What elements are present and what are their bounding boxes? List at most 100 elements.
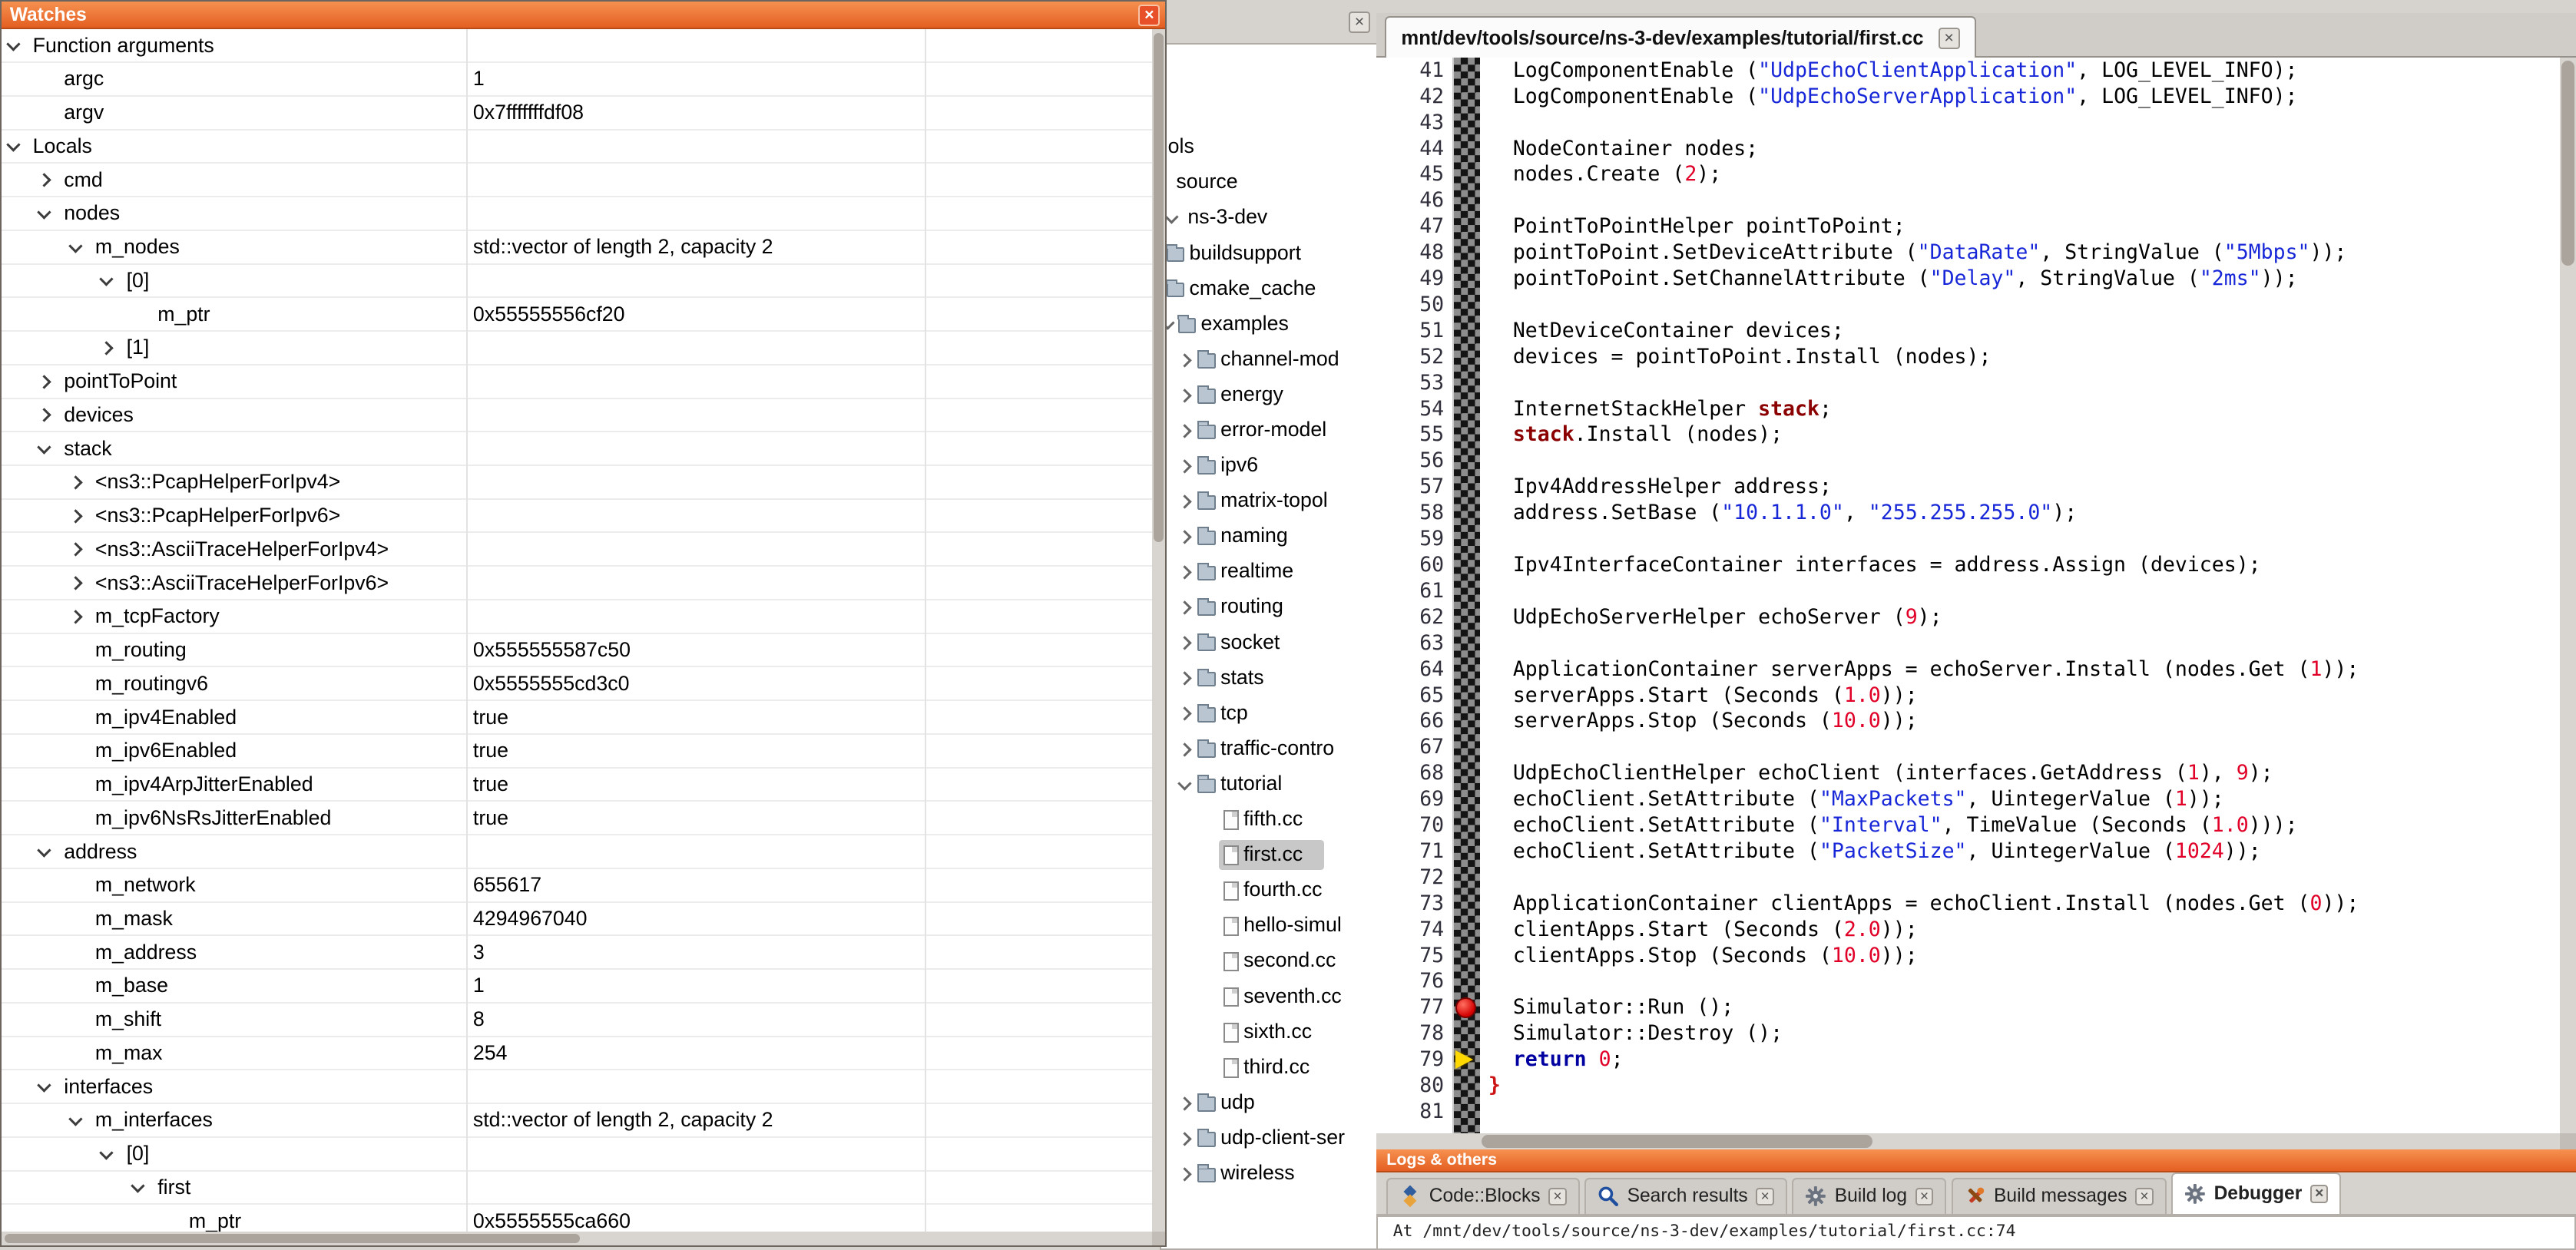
scrollbar-thumb[interactable]: [1482, 1135, 1872, 1148]
code-line[interactable]: 81: [1376, 1099, 2559, 1125]
code-line[interactable]: 64 ApplicationContainer serverApps = ech…: [1376, 656, 2559, 683]
line-number[interactable]: 45: [1376, 161, 1444, 187]
file-tree-row[interactable]: energy: [1161, 379, 1376, 414]
watch-row[interactable]: m_max254: [2, 1037, 1152, 1071]
scrollbar-thumb[interactable]: [2561, 61, 2574, 266]
editor-hscrollbar[interactable]: [1376, 1133, 2559, 1149]
expand-arrow-icon[interactable]: [1177, 1167, 1191, 1181]
line-number[interactable]: 41: [1376, 58, 1444, 84]
file-tree-row[interactable]: socket: [1161, 627, 1376, 661]
code-line[interactable]: 78 Simulator::Destroy ();: [1376, 1020, 2559, 1047]
watches-hscrollbar[interactable]: [2, 1232, 1152, 1245]
line-number[interactable]: 46: [1376, 187, 1444, 213]
file-tree-row[interactable]: fifth.cc: [1161, 804, 1376, 838]
expand-arrow-icon[interactable]: [1177, 389, 1191, 402]
watch-row[interactable]: m_mask4294967040: [2, 903, 1152, 937]
code-line[interactable]: 51 NetDeviceContainer devices;: [1376, 318, 2559, 344]
file-tree-row[interactable]: udp: [1161, 1087, 1376, 1122]
line-number[interactable]: 70: [1376, 812, 1444, 838]
file-tree-row[interactable]: routing: [1161, 591, 1376, 626]
logs-tab-build-messages[interactable]: Build messages×: [1952, 1178, 2167, 1214]
watch-row[interactable]: cmd: [2, 164, 1152, 197]
code-line[interactable]: 42 LogComponentEnable ("UdpEchoServerApp…: [1376, 84, 2559, 110]
collapse-arrow-icon[interactable]: [38, 1079, 51, 1093]
expand-arrow-icon[interactable]: [1177, 637, 1191, 650]
code-line[interactable]: 72: [1376, 865, 2559, 891]
file-tree[interactable]: olssourcens-3-devbuildsupportcmake_cache…: [1160, 43, 1376, 1250]
code-line[interactable]: 47 PointToPointHelper pointToPoint;: [1376, 213, 2559, 240]
logs-titlebar[interactable]: Logs & others: [1376, 1149, 2575, 1172]
line-number[interactable]: 73: [1376, 891, 1444, 917]
file-tree-row[interactable]: tutorial: [1161, 769, 1376, 803]
file-tree-row[interactable]: tcp: [1161, 697, 1376, 732]
line-number[interactable]: 74: [1376, 917, 1444, 943]
line-number[interactable]: 56: [1376, 448, 1444, 474]
watch-row[interactable]: m_tcpFactory: [2, 600, 1152, 634]
code-line[interactable]: 66 serverApps.Stop (Seconds (10.0));: [1376, 708, 2559, 734]
code-line[interactable]: 48 pointToPoint.SetDeviceAttribute ("Dat…: [1376, 240, 2559, 266]
watch-row[interactable]: m_ipv4ArpJitterEnabledtrue: [2, 769, 1152, 802]
watch-row[interactable]: <ns3::AsciiTraceHelperForIpv4>: [2, 533, 1152, 567]
collapse-arrow-icon[interactable]: [6, 38, 20, 51]
code-line[interactable]: 53: [1376, 370, 2559, 396]
code-line[interactable]: 52 devices = pointToPoint.Install (nodes…: [1376, 344, 2559, 370]
logs-tab-build-log[interactable]: Build log×: [1792, 1178, 1946, 1214]
logs-tab-code-blocks[interactable]: Code::Blocks×: [1386, 1178, 1579, 1214]
line-number[interactable]: 50: [1376, 292, 1444, 318]
expand-arrow-icon[interactable]: [68, 509, 82, 523]
watch-row[interactable]: m_base1: [2, 970, 1152, 1004]
line-number[interactable]: 53: [1376, 370, 1444, 396]
watch-row[interactable]: [0]: [2, 265, 1152, 299]
expand-arrow-icon[interactable]: [38, 408, 51, 422]
expand-arrow-icon[interactable]: [68, 577, 82, 590]
watch-row[interactable]: m_ptr0x5555555ca660: [2, 1205, 1152, 1232]
expand-arrow-icon[interactable]: [68, 610, 82, 623]
file-tree-row[interactable]: matrix-topol: [1161, 485, 1376, 520]
expand-arrow-icon[interactable]: [1177, 672, 1191, 686]
code-line[interactable]: 74 clientApps.Start (Seconds (2.0));: [1376, 917, 2559, 943]
watch-row[interactable]: m_ipv6Enabledtrue: [2, 735, 1152, 769]
file-tree-row[interactable]: udp-client-ser: [1161, 1123, 1376, 1157]
collapse-arrow-icon[interactable]: [1177, 776, 1191, 790]
file-tree-row[interactable]: cmake_cache: [1161, 273, 1376, 307]
file-tree-row[interactable]: error-model: [1161, 415, 1376, 449]
expand-arrow-icon[interactable]: [100, 341, 114, 355]
code-line[interactable]: 41 LogComponentEnable ("UdpEchoClientApp…: [1376, 58, 2559, 84]
watch-row[interactable]: m_routing0x555555587c50: [2, 634, 1152, 668]
line-number[interactable]: 64: [1376, 656, 1444, 683]
watch-row[interactable]: first: [2, 1172, 1152, 1205]
watch-row[interactable]: argv0x7fffffffdf08: [2, 97, 1152, 131]
line-number[interactable]: 60: [1376, 552, 1444, 578]
file-tree-row[interactable]: traffic-contro: [1161, 733, 1376, 768]
file-tree-row[interactable]: first.cc: [1161, 839, 1376, 874]
tab-close-button[interactable]: ×: [2310, 1185, 2329, 1203]
watch-row[interactable]: [0]: [2, 1138, 1152, 1172]
file-tree-row[interactable]: buildsupport: [1161, 237, 1376, 272]
code-area[interactable]: 41 LogComponentEnable ("UdpEchoClientApp…: [1376, 58, 2559, 1133]
expand-arrow-icon[interactable]: [68, 475, 82, 489]
watch-row[interactable]: Locals: [2, 131, 1152, 164]
code-line[interactable]: 43: [1376, 110, 2559, 136]
collapse-arrow-icon[interactable]: [131, 1179, 144, 1193]
collapse-arrow-icon[interactable]: [100, 273, 114, 286]
code-line[interactable]: 75 clientApps.Stop (Seconds (10.0));: [1376, 943, 2559, 969]
file-tree-row[interactable]: third.cc: [1161, 1051, 1376, 1086]
watches-close-button[interactable]: ×: [1138, 5, 1160, 26]
watch-row[interactable]: pointToPoint: [2, 365, 1152, 399]
code-line[interactable]: 46: [1376, 187, 2559, 213]
tab-close-button[interactable]: ×: [1548, 1188, 1567, 1206]
collapse-arrow-icon[interactable]: [38, 843, 51, 857]
line-number[interactable]: 62: [1376, 604, 1444, 630]
line-number[interactable]: 58: [1376, 500, 1444, 526]
line-number[interactable]: 63: [1376, 630, 1444, 656]
code-line[interactable]: 80}: [1376, 1073, 2559, 1099]
watch-row[interactable]: devices: [2, 399, 1152, 433]
code-line[interactable]: 68 UdpEchoClientHelper echoClient (inter…: [1376, 760, 2559, 786]
watches-tree[interactable]: Function argumentsargc1argv0x7fffffffdf0…: [2, 29, 1152, 1232]
line-number[interactable]: 77: [1376, 994, 1444, 1020]
watch-row[interactable]: address: [2, 835, 1152, 869]
file-tree-row[interactable]: realtime: [1161, 556, 1376, 590]
line-number[interactable]: 76: [1376, 968, 1444, 994]
line-number[interactable]: 59: [1376, 526, 1444, 552]
line-number[interactable]: 61: [1376, 578, 1444, 604]
